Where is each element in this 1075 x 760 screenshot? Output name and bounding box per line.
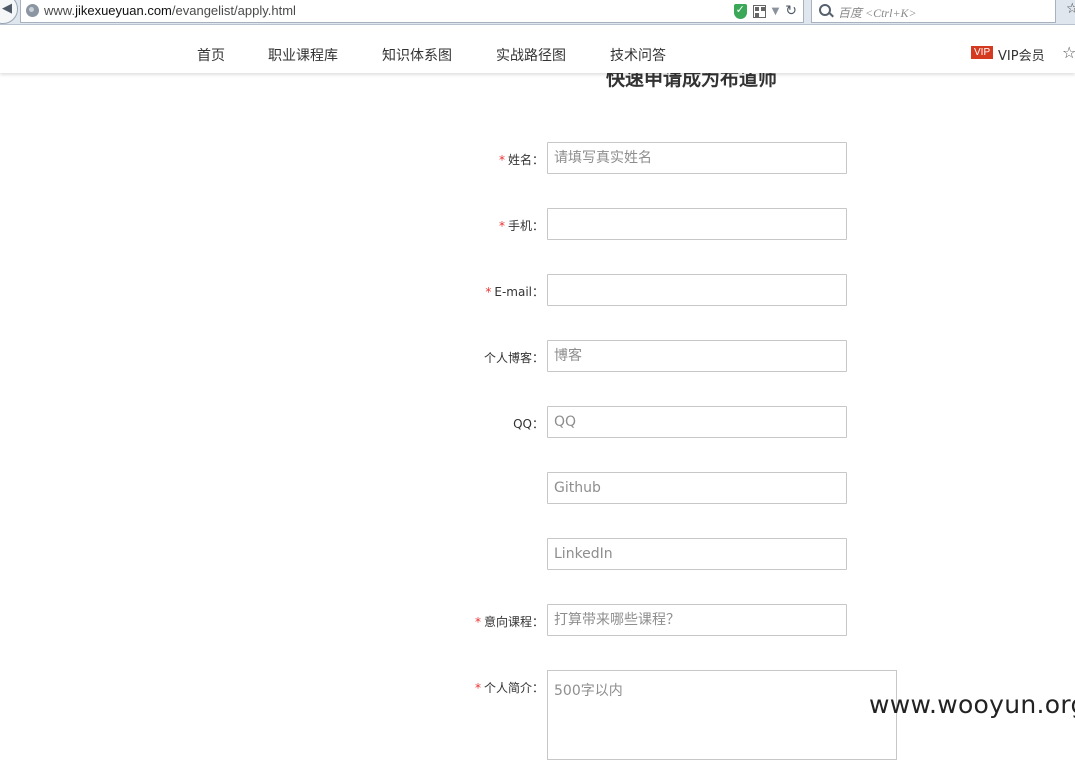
course-label-text: 意向课程： [483,615,544,629]
linkedin-input[interactable] [547,538,847,570]
name-input[interactable] [547,142,847,174]
name-label-text: 姓名： [507,153,544,167]
search-icon [819,4,831,16]
intro-label: * 个人简介： [344,679,544,696]
url-domain: jikexueyuan.com [75,3,172,18]
back-arrow-icon: ◀ [2,1,12,16]
browser-toolbar: ◀ www.jikexueyuan.com/evangelist/apply.h… [0,0,1075,25]
blog-label: 个人博客： [483,351,544,365]
nav-item-home[interactable]: 首页 [197,45,225,65]
intro-label-text: 个人简介： [483,681,544,695]
address-bar[interactable]: www.jikexueyuan.com/evangelist/apply.htm… [20,0,804,23]
nav-item-practice-path[interactable]: 实战路径图 [496,45,566,65]
phone-label: * 手机： [344,217,544,234]
qq-input[interactable] [547,406,847,438]
vip-badge[interactable]: VIP [971,46,994,59]
nav-item-knowledge-map[interactable]: 知识体系图 [382,45,452,65]
url-path: /evangelist/apply.html [171,3,296,18]
favorite-star-icon[interactable]: ☆ [1062,43,1075,62]
qr-code-icon[interactable] [752,4,766,18]
phone-input[interactable] [547,208,847,240]
blog-input[interactable] [547,340,847,372]
required-mark: * [474,681,481,695]
course-input[interactable] [547,604,847,636]
url-text: www.jikexueyuan.com/evangelist/apply.htm… [44,3,296,18]
intro-textarea[interactable] [547,670,897,760]
nav-item-tech-qa[interactable]: 技术问答 [610,45,666,65]
back-button[interactable]: ◀ [0,0,18,24]
vip-member-link[interactable]: VIP会员 [998,45,1045,64]
security-shield-icon[interactable] [733,3,747,19]
globe-icon [26,4,39,17]
history-dropdown-icon[interactable]: ▼ [772,6,780,17]
search-bar[interactable]: 百度 <Ctrl+K> [811,0,1056,23]
bookmark-star-icon[interactable]: ☆ [1066,1,1075,17]
github-input[interactable] [547,472,847,504]
email-input[interactable] [547,274,847,306]
search-placeholder: 百度 <Ctrl+K> [838,6,917,20]
reload-icon[interactable]: ↻ [785,3,797,19]
email-label-text: E-mail： [494,285,544,299]
name-label: * 姓名： [344,151,544,168]
required-mark: * [485,285,492,299]
site-nav: 首页 职业课程库 知识体系图 实战路径图 技术问答 VIP VIP会员 ☆ [0,25,1075,73]
email-label: * E-mail： [344,283,544,300]
url-prefix: www. [44,3,76,18]
required-mark: * [498,219,505,233]
address-bar-icons: ▼ ↻ [733,2,797,20]
required-mark: * [474,615,481,629]
course-label: * 意向课程： [344,613,544,630]
watermark: www.wooyun.org [869,690,1075,719]
required-mark: * [498,153,505,167]
nav-item-course-library[interactable]: 职业课程库 [268,45,338,65]
qq-label: QQ： [513,417,544,431]
phone-label-text: 手机： [507,219,544,233]
